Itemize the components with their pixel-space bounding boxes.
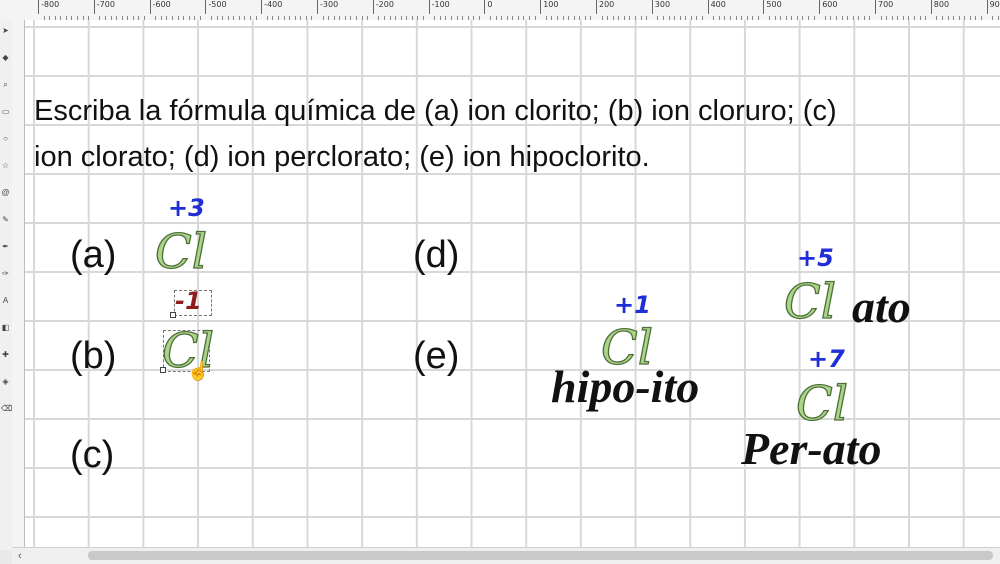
ruler-label: -100 bbox=[428, 0, 450, 14]
rectangle-icon[interactable]: ▭ bbox=[1, 107, 10, 116]
spiral-icon[interactable]: @ bbox=[1, 188, 10, 197]
star-icon[interactable]: ☆ bbox=[1, 161, 10, 170]
ellipse-icon[interactable]: ○ bbox=[1, 134, 10, 143]
ruler-label: -600 bbox=[149, 0, 171, 14]
label-c: (c) bbox=[70, 434, 115, 476]
ruler-label: -200 bbox=[372, 0, 394, 14]
text-icon[interactable]: A bbox=[1, 296, 10, 305]
ruler-label: 800 bbox=[930, 0, 949, 14]
ruler-label: 0 bbox=[484, 0, 492, 14]
calligraphy-icon[interactable]: ✑ bbox=[1, 269, 10, 278]
horizontal-scrollbar[interactable]: ‹ bbox=[12, 547, 1000, 564]
ruler-label: 200 bbox=[596, 0, 614, 14]
label-b: (b) bbox=[70, 335, 117, 377]
chlorine-symbol-ato[interactable]: Cl bbox=[783, 273, 836, 330]
ruler-label: 900 bbox=[986, 0, 1000, 14]
per-ato-label[interactable]: Per-ato bbox=[741, 422, 882, 475]
selection-handle[interactable] bbox=[160, 367, 166, 373]
ruler-label: 300 bbox=[651, 0, 670, 14]
label-e: (e) bbox=[413, 335, 460, 377]
vertical-ruler[interactable] bbox=[12, 20, 25, 550]
ruler-label: -300 bbox=[317, 0, 338, 14]
ruler-label: 400 bbox=[707, 0, 726, 14]
label-a: (a) bbox=[70, 234, 117, 276]
zoom-icon[interactable]: ⌕ bbox=[1, 80, 10, 89]
horizontal-ruler[interactable]: -800 -700 -600 -500 -400 -300 -200 -100 0 100 200 3… bbox=[0, 0, 1000, 21]
gradient-icon[interactable]: ◧ bbox=[1, 323, 10, 332]
paint-bucket-icon[interactable]: ◈ bbox=[1, 377, 10, 386]
pen-icon[interactable]: ✒ bbox=[1, 242, 10, 251]
selector-icon[interactable]: ➤ bbox=[1, 26, 10, 35]
scroll-left-icon[interactable]: ‹ bbox=[18, 548, 22, 564]
pencil-icon[interactable]: ✎ bbox=[1, 215, 10, 224]
eraser-icon[interactable]: ⌫ bbox=[1, 404, 12, 413]
dropper-icon[interactable]: ✚ bbox=[1, 350, 10, 359]
hand-cursor-icon: ☝ bbox=[187, 361, 210, 381]
oxidation-state-hipo[interactable]: +1 bbox=[614, 291, 651, 319]
chlorine-symbol-a[interactable]: Cl bbox=[154, 223, 207, 280]
oxidation-state-b[interactable]: -1 bbox=[175, 287, 202, 315]
oxidation-state-per[interactable]: +7 bbox=[808, 345, 845, 373]
ruler-label: 700 bbox=[875, 0, 893, 14]
ruler-label: 100 bbox=[540, 0, 558, 14]
question-text: Escriba la fórmula química de (a) ion cl… bbox=[34, 88, 994, 180]
scrollbar-thumb[interactable] bbox=[88, 551, 993, 560]
ruler-label: -500 bbox=[205, 0, 227, 14]
oxidation-state-a[interactable]: +3 bbox=[168, 194, 205, 222]
ruler-label: -400 bbox=[261, 0, 282, 14]
ruler-label: -700 bbox=[93, 0, 115, 14]
oxidation-state-ato[interactable]: +5 bbox=[797, 244, 834, 272]
ato-label[interactable]: ato bbox=[852, 280, 911, 333]
question-line-1: Escriba la fórmula química de (a) ion cl… bbox=[34, 95, 837, 127]
ruler-label: 500 bbox=[763, 0, 782, 14]
label-d: (d) bbox=[413, 234, 460, 276]
ruler-label: -800 bbox=[38, 0, 59, 14]
selection-handle[interactable] bbox=[170, 312, 176, 318]
ruler-label: 600 bbox=[819, 0, 837, 14]
hipo-ito-label[interactable]: hipo-ito bbox=[551, 360, 699, 413]
node-icon[interactable]: ◆ bbox=[1, 53, 10, 62]
question-line-2: ion clorato; (d) ion perclorato; (e) ion… bbox=[34, 141, 650, 173]
